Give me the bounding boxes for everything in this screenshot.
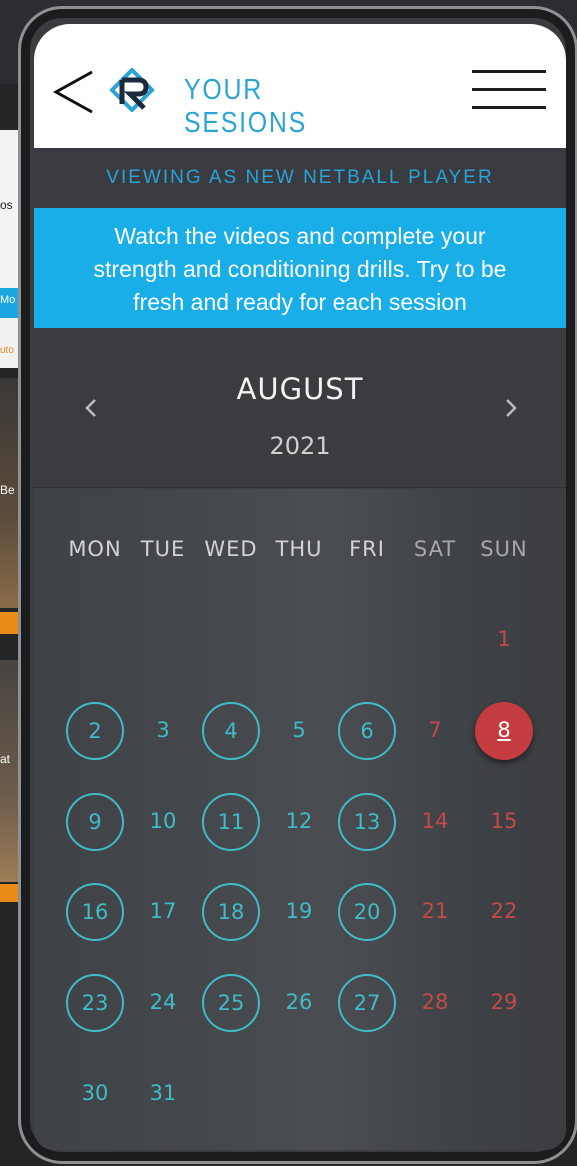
calendar-grid: MON TUE WED THU FRI SAT SUN 1 2 3 4 5 6 7 8 9 10 11 12 13 1…: [34, 489, 566, 1150]
page-title: YOUR SESIONS: [184, 74, 307, 139]
calendar-day[interactable]: 18: [202, 883, 260, 941]
calendar-day[interactable]: 10: [134, 793, 192, 851]
calendar-day[interactable]: 19: [270, 883, 328, 941]
calendar-day[interactable]: 5: [270, 702, 328, 760]
calendar-day[interactable]: 11: [202, 793, 260, 851]
calendar-day[interactable]: 23: [66, 974, 124, 1032]
calendar-day[interactable]: 27: [338, 974, 396, 1032]
calendar-day[interactable]: 16: [66, 883, 124, 941]
calendar-day[interactable]: 31: [134, 1065, 192, 1123]
calendar-day[interactable]: 13: [338, 793, 396, 851]
calendar-day[interactable]: 7: [406, 702, 464, 760]
calendar-day[interactable]: 6: [338, 702, 396, 760]
calendar-day[interactable]: 30: [66, 1065, 124, 1123]
viewing-as-label: VIEWING AS NEW NETBALL PLAYER: [34, 148, 566, 208]
calendar-day[interactable]: 12: [270, 793, 328, 851]
month-header: AUGUST 2021: [34, 328, 566, 488]
top-bar: YOUR SESIONS: [34, 24, 566, 148]
calendar-day[interactable]: 28: [406, 974, 464, 1032]
calendar-day[interactable]: 20: [338, 883, 396, 941]
month-name: AUGUST: [236, 372, 364, 406]
calendar-day[interactable]: 29: [475, 974, 533, 1032]
weekday-thu: THU: [275, 537, 323, 561]
calendar-day[interactable]: 25: [202, 974, 260, 1032]
calendar-day[interactable]: 14: [406, 793, 464, 851]
info-banner: Watch the videos and complete your stren…: [34, 208, 566, 328]
weekday-tue: TUE: [140, 537, 186, 561]
calendar-day[interactable]: 21: [406, 883, 464, 941]
calendar-day[interactable]: 1: [475, 611, 533, 669]
background-text: Mo: [0, 294, 16, 306]
back-arrow-icon[interactable]: [52, 70, 96, 114]
calendar-day[interactable]: 15: [475, 793, 533, 851]
calendar-day[interactable]: 17: [134, 883, 192, 941]
calendar-day-selected[interactable]: 8: [475, 702, 533, 760]
background-text: Be: [0, 483, 15, 497]
weekday-sun: SUN: [480, 537, 528, 561]
calendar-day[interactable]: 2: [66, 702, 124, 760]
background-text: at: [0, 752, 11, 766]
logo-icon: [109, 68, 155, 112]
weekday-wed: WED: [204, 537, 258, 561]
weekday-header: MON TUE WED THU FRI SAT SUN: [34, 537, 566, 567]
calendar-day[interactable]: 24: [134, 974, 192, 1032]
calendar-day[interactable]: 4: [202, 702, 260, 760]
phone-screen: YOUR SESIONS VIEWING AS NEW NETBALL PLAY…: [34, 24, 566, 1150]
background-text: uto: [0, 345, 14, 356]
background-text: os: [0, 198, 13, 212]
chevron-right-icon[interactable]: [496, 390, 526, 426]
calendar-day[interactable]: 22: [475, 883, 533, 941]
calendar-day[interactable]: 9: [66, 793, 124, 851]
calendar-day[interactable]: 26: [270, 974, 328, 1032]
calendar-day[interactable]: 3: [134, 702, 192, 760]
hamburger-menu-icon[interactable]: [472, 70, 546, 110]
weekday-sat: SAT: [413, 537, 457, 561]
weekday-mon: MON: [68, 537, 122, 561]
weekday-fri: FRI: [349, 537, 385, 561]
year-label: 2021: [269, 432, 331, 460]
